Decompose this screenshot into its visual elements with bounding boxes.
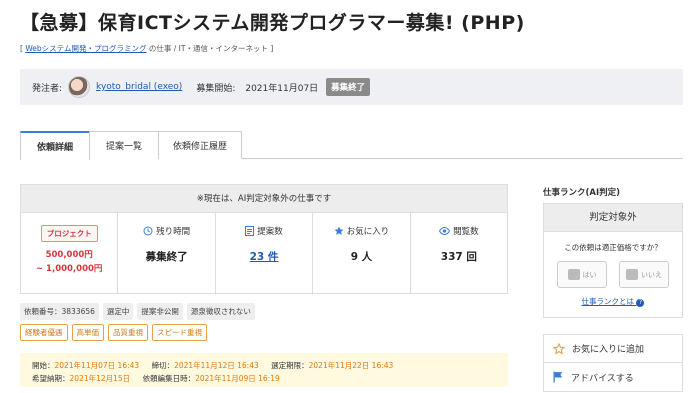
ai-notice: ※現在は、AI判定対象外の仕事です	[21, 185, 507, 213]
clock-icon	[143, 226, 153, 236]
select-key: 選定期限：	[271, 361, 309, 370]
selecting-tag: 選定中	[102, 303, 134, 320]
feature-tags: 経験者優遇 高単価 品質重視 スピード重視	[20, 324, 207, 341]
info-tags: 依頼番号：3833656 選定中 提案非公開 源泉徴収されない	[20, 303, 255, 320]
start-key: 開始：	[32, 361, 55, 370]
help-icon: ?	[636, 299, 645, 307]
poster-label: 発注者:	[32, 83, 63, 94]
edited-key: 依頼編集日時：	[142, 374, 196, 383]
edited-value: 2021年11月09日 16:19	[195, 374, 280, 383]
feature-tag[interactable]: 高単価	[71, 324, 104, 341]
category-link[interactable]: Webシステム開発・プログラミング	[25, 44, 146, 53]
tab-details[interactable]: 依頼詳細	[20, 131, 90, 160]
budget-min: 500,000円	[45, 250, 93, 260]
thumbs-down-icon	[626, 269, 638, 280]
thumbs-up-icon	[567, 269, 580, 280]
add-favorite-label: お気に入りに追加	[572, 345, 645, 355]
views-value: 337 回	[440, 251, 477, 263]
price-question: この依頼は適正価格ですか？	[564, 243, 662, 252]
feature-tag[interactable]: 品質重視	[108, 324, 148, 341]
remaining-stat: 残り時間 募集終了	[118, 213, 216, 294]
breadcrumb-rest: の仕事 / IT・通信・インターネット	[148, 44, 268, 53]
star-icon	[334, 226, 344, 235]
favorites-value: 9 人	[350, 251, 373, 263]
vote-yes-label: はい	[582, 270, 597, 279]
rank-box: 判定対象外 この依頼は適正価格ですか？ はい いいえ 仕事ランクとは ?	[543, 203, 683, 318]
project-badge: プロジェクト	[40, 225, 98, 242]
tab-proposals[interactable]: 提案一覧	[89, 131, 159, 159]
summary-panel: ※現在は、AI判定対象外の仕事です プロジェクト 500,000円 ~ 1,00…	[20, 184, 508, 294]
delivery-key: 希望納期：	[32, 374, 70, 383]
start-label: 募集開始:	[196, 83, 236, 94]
start-date: 2021年11月07日	[245, 83, 319, 94]
favorites-label: お気に入り	[346, 227, 390, 237]
avatar[interactable]	[68, 76, 91, 98]
deadline-key: 締切：	[151, 361, 175, 370]
status-badge: 募集終了	[326, 78, 371, 96]
deadline-value: 2021年11月12日 16:43	[174, 361, 259, 370]
breadcrumb: [ Webシステム開発・プログラミング の仕事 / IT・通信・インターネット …	[20, 43, 273, 54]
proposals-count-link[interactable]: 23 件	[250, 249, 279, 264]
flag-icon	[553, 371, 563, 383]
document-icon	[245, 226, 255, 236]
dates-box: 開始：2021年11月07日 16:43 締切：2021年11月12日 16:4…	[20, 353, 508, 387]
feature-tag[interactable]: スピード重視	[152, 324, 207, 341]
job-id-tag: 依頼番号：3833656	[20, 303, 99, 320]
remaining-value: 募集終了	[145, 251, 188, 263]
views-label: 閲覧数	[453, 227, 479, 237]
poster-name-link[interactable]: kyoto_bridal (exeo)	[96, 82, 182, 92]
advise-button[interactable]: アドバイスする	[544, 363, 682, 391]
vote-no-button[interactable]: いいえ	[619, 261, 669, 288]
favorites-stat: お気に入り 9 人	[313, 213, 411, 294]
page-title: 【急募】保育ICTシステム開発プログラマー募集! (PHP)	[20, 12, 525, 34]
remaining-label: 残り時間	[156, 227, 191, 237]
rank-title: 仕事ランク(AI判定)	[543, 188, 621, 198]
advise-label: アドバイスする	[571, 373, 634, 384]
poster-bar: 発注者: kyoto_bridal (exeo) 募集開始: 2021年11月0…	[20, 69, 683, 105]
eye-icon	[439, 227, 451, 235]
proposals-stat: 提案数 23 件	[216, 213, 314, 294]
proposals-label: 提案数	[257, 227, 283, 237]
private-proposals-tag: 提案非公開	[137, 303, 183, 320]
star-outline-icon	[553, 342, 565, 355]
views-stat: 閲覧数 337 回	[411, 213, 507, 294]
budget-stat: プロジェクト 500,000円 ~ 1,000,000円	[21, 213, 119, 294]
start-value: 2021年11月07日 16:43	[54, 361, 140, 370]
tab-bar: 依頼詳細 提案一覧 依頼修正履歴	[20, 131, 683, 160]
withholding-tag: 源泉徴収されない	[186, 303, 255, 320]
tab-history[interactable]: 依頼修正履歴	[158, 131, 242, 159]
breadcrumb-open: [	[20, 44, 23, 53]
rank-head: 判定対象外	[544, 204, 682, 232]
vote-yes-button[interactable]: はい	[557, 261, 607, 288]
side-actions: お気に入りに追加 アドバイスする	[543, 334, 683, 392]
breadcrumb-close: ]	[270, 44, 274, 53]
rank-help-label: 仕事ランクとは	[581, 297, 635, 306]
delivery-value: 2021年12月15日	[69, 374, 131, 383]
rank-help-link[interactable]: 仕事ランクとは ?	[544, 296, 682, 307]
budget-max: ~ 1,000,000円	[35, 264, 103, 274]
feature-tag[interactable]: 経験者優遇	[20, 324, 68, 341]
select-value: 2021年11月22日 16:43	[308, 361, 394, 370]
vote-no-label: いいえ	[641, 270, 662, 279]
add-favorite-button[interactable]: お気に入りに追加	[544, 335, 682, 363]
